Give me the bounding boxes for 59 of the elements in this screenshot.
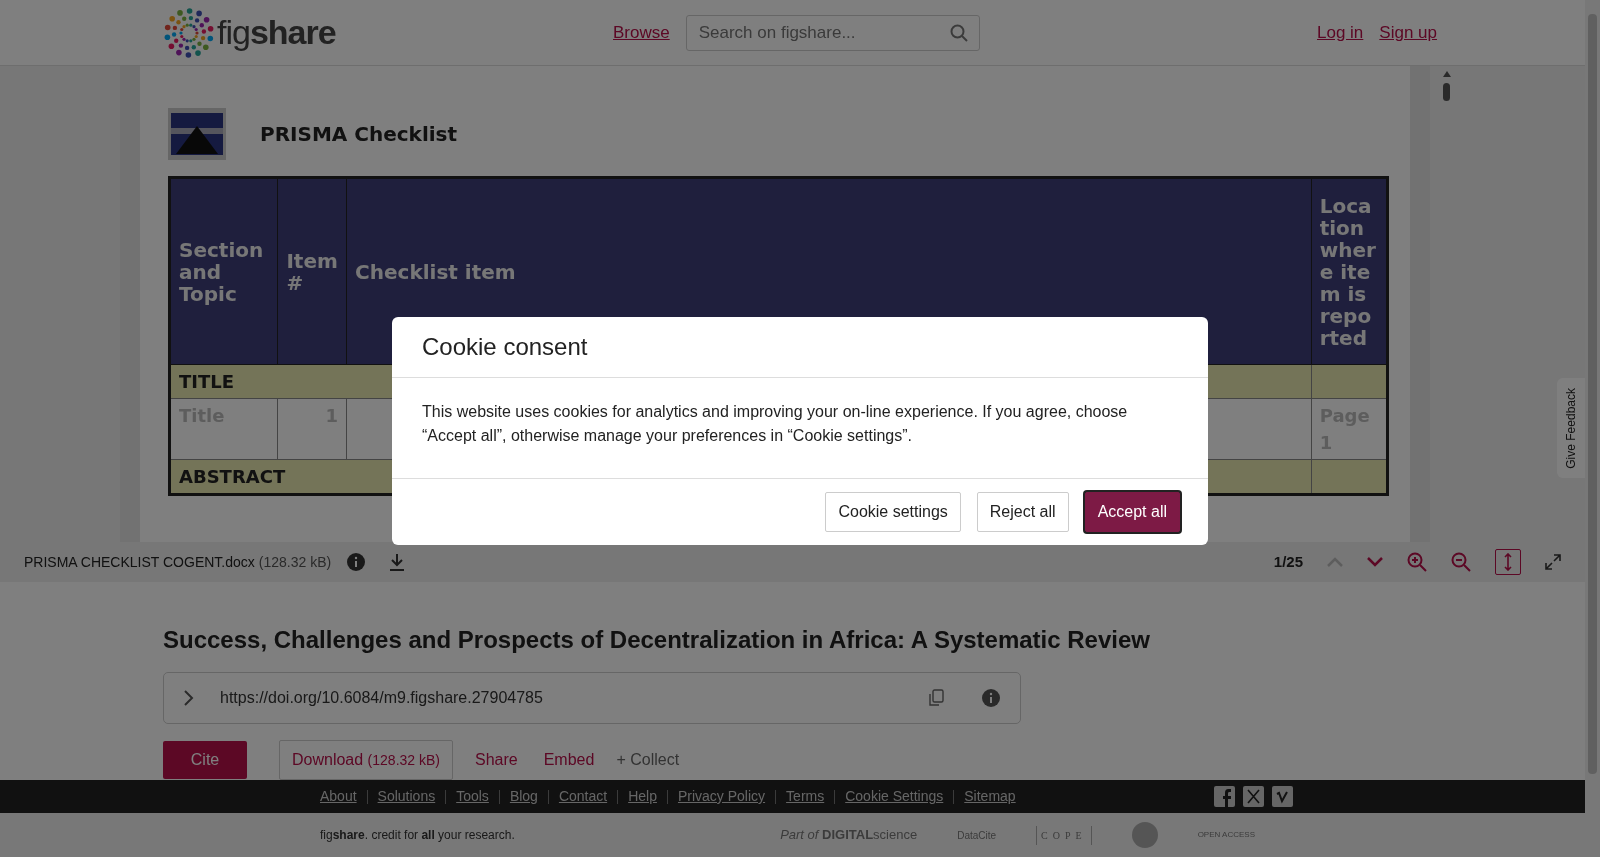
vimeo-icon[interactable]	[1272, 786, 1293, 807]
scroll-up-icon[interactable]	[1442, 70, 1452, 78]
search-icon[interactable]	[949, 23, 968, 42]
x-icon[interactable]	[1243, 786, 1264, 807]
footer-link[interactable]: Blog	[509, 786, 538, 807]
footer-link[interactable]: Cookie Settings	[845, 786, 944, 807]
doi-link[interactable]: https://doi.org/10.6084/m9.figshare.27904785	[220, 686, 543, 710]
info-icon[interactable]	[347, 553, 366, 571]
footer-link[interactable]: Sitemap	[964, 786, 1016, 807]
feedback-tab[interactable]: Give Feedback	[1557, 378, 1585, 478]
logo-text[interactable]: figshare	[217, 7, 336, 58]
action-link[interactable]: Embed	[543, 748, 595, 772]
footer-link[interactable]: Contact	[558, 786, 608, 807]
footer-link[interactable]: Tools	[456, 786, 489, 807]
logo-icon[interactable]	[163, 6, 215, 59]
zoom-out-icon[interactable]	[1451, 552, 1471, 572]
partner-logo[interactable]: DataCite	[957, 827, 997, 843]
zoom-in-icon[interactable]	[1407, 552, 1427, 572]
chevron-right-icon[interactable]	[184, 690, 194, 706]
scrollbar-thumb[interactable]	[1443, 83, 1450, 101]
dialog-text: This website uses cookies for analytics and improving your on-line experience. If you agree, choose “Accept all”, otherwise manage your preferences in “Cookie settings”.	[422, 403, 1128, 444]
partner-logo[interactable]: Part of DIGITALscience	[780, 825, 918, 845]
info-icon[interactable]	[982, 689, 1000, 707]
dialog-button[interactable]: Cookie settings	[825, 492, 961, 532]
browse-link[interactable]: Browse	[613, 19, 670, 46]
vertical-arrows-icon	[1503, 553, 1513, 571]
copy-icon[interactable]	[928, 689, 944, 707]
chevron-down-icon[interactable]	[1367, 557, 1383, 567]
seal-icon[interactable]	[1131, 822, 1158, 848]
action-link[interactable]: Share	[475, 748, 518, 772]
fit-height-button[interactable]	[1495, 549, 1521, 575]
download-button[interactable]: Download (128.32 kB)	[279, 740, 453, 780]
tagline: figshare. credit for all your research.	[320, 827, 515, 844]
auth-link[interactable]: Sign up	[1379, 19, 1437, 46]
dialog-button[interactable]: Accept all	[1084, 492, 1180, 532]
fullscreen-icon[interactable]	[1545, 554, 1561, 570]
file-size: (128.32 kB)	[258, 552, 332, 572]
search-field[interactable]: Search on figshare...	[685, 14, 980, 51]
cite-button[interactable]: Cite	[163, 741, 247, 779]
footer-link[interactable]: Terms	[786, 786, 825, 807]
column-header: Location where item is reported	[1311, 177, 1388, 365]
dialog-button[interactable]: Reject all	[976, 492, 1069, 532]
collect-link[interactable]: + Collect	[616, 748, 680, 772]
column-header: Item #	[277, 177, 347, 365]
auth-link[interactable]: Log in	[1317, 19, 1364, 46]
page-counter: 1/25	[1273, 551, 1303, 572]
item-title: Success, Challenges and Prospects of Decentralization in Africa: A Systematic Review	[163, 625, 1151, 655]
footer-link[interactable]: About	[320, 786, 357, 807]
document-title: PRISMA Checklist	[260, 121, 458, 148]
page-scrollbar[interactable]	[1585, 0, 1600, 857]
footer-link[interactable]: Solutions	[377, 786, 436, 807]
footer-link[interactable]: Help	[628, 786, 657, 807]
file-name: PRISMA CHECKLIST COGENT.docx	[24, 552, 255, 572]
footer-link[interactable]: Privacy Policy	[677, 786, 766, 807]
download-icon[interactable]	[389, 553, 406, 571]
facebook-icon[interactable]	[1214, 786, 1235, 807]
partner-logo[interactable]: COPE	[1036, 825, 1092, 845]
column-header: Section and Topic	[169, 177, 278, 365]
dialog-title: Cookie consent	[422, 333, 588, 360]
